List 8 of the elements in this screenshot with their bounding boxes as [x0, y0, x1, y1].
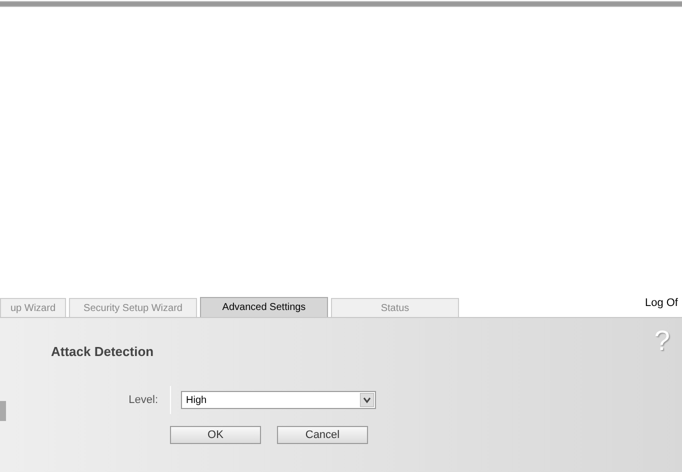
dialog-button[interactable]: OK — [170, 426, 261, 444]
dropdown-arrow-icon — [360, 393, 374, 407]
section-title: Attack Detection — [51, 344, 154, 359]
level-label: Level: — [128, 392, 158, 408]
tab[interactable]: Advanced Settings — [200, 297, 328, 317]
level-select[interactable]: High — [181, 391, 376, 409]
log-off-link[interactable]: Log Of — [644, 294, 678, 311]
dialog-button[interactable]: Cancel — [277, 426, 368, 444]
